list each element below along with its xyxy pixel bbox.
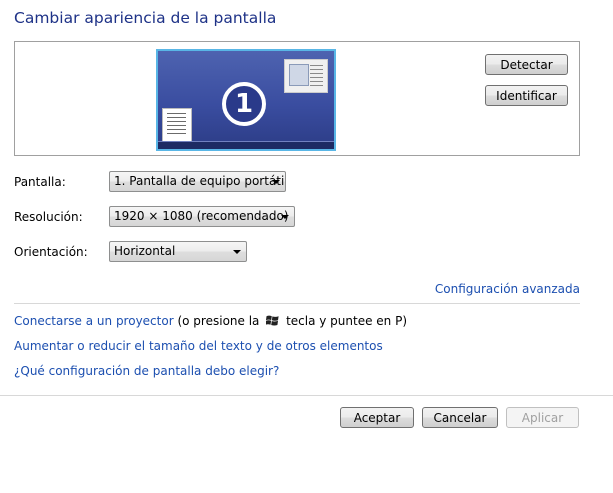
display-arrangement-preview: 1 Detectar Identificar	[14, 41, 580, 156]
advanced-settings-link[interactable]: Configuración avanzada	[435, 282, 580, 296]
display-label: Pantalla:	[14, 175, 66, 189]
windows-logo-icon	[266, 315, 279, 326]
monitor-1-thumbnail[interactable]: 1	[156, 49, 336, 151]
resolution-select-value: 1920 × 1080 (recomendado)	[114, 209, 289, 223]
projector-hint-end: tecla y puntee en P)	[286, 314, 407, 328]
text-size-link[interactable]: Aumentar o reducir el tamaño del texto y…	[14, 339, 383, 353]
orientation-select-value: Horizontal	[114, 244, 176, 258]
taskbar-thumbnail	[158, 141, 334, 149]
orientation-select[interactable]: Horizontal	[109, 241, 247, 262]
display-select-value: 1. Pantalla de equipo portátil	[114, 174, 286, 188]
cancel-button[interactable]: Cancelar	[422, 407, 498, 428]
projector-hint-start: (o presione la	[177, 314, 260, 328]
window-thumbnail-icon	[284, 59, 328, 93]
apply-button[interactable]: Aplicar	[506, 407, 579, 428]
display-select[interactable]: 1. Pantalla de equipo portátil	[109, 171, 286, 192]
resolution-label: Resolución:	[14, 210, 83, 224]
orientation-label: Orientación:	[14, 245, 88, 259]
chevron-down-icon	[281, 215, 289, 219]
detect-button[interactable]: Detectar	[485, 54, 568, 75]
monitor-number-badge: 1	[222, 82, 266, 126]
divider	[14, 303, 580, 304]
connect-projector-link[interactable]: Conectarse a un proyector	[14, 314, 174, 328]
ok-button[interactable]: Aceptar	[340, 407, 414, 428]
resolution-select[interactable]: 1920 × 1080 (recomendado)	[109, 206, 295, 227]
chevron-down-icon	[272, 180, 280, 184]
footer-divider	[0, 395, 613, 396]
chevron-down-icon	[233, 250, 241, 254]
document-thumbnail-icon	[162, 108, 192, 142]
page-title: Cambiar apariencia de la pantalla	[14, 9, 277, 27]
projector-row: Conectarse a un proyector (o presione la…	[14, 314, 407, 328]
which-display-settings-link[interactable]: ¿Qué configuración de pantalla debo eleg…	[14, 364, 279, 378]
identify-button[interactable]: Identificar	[485, 85, 568, 106]
